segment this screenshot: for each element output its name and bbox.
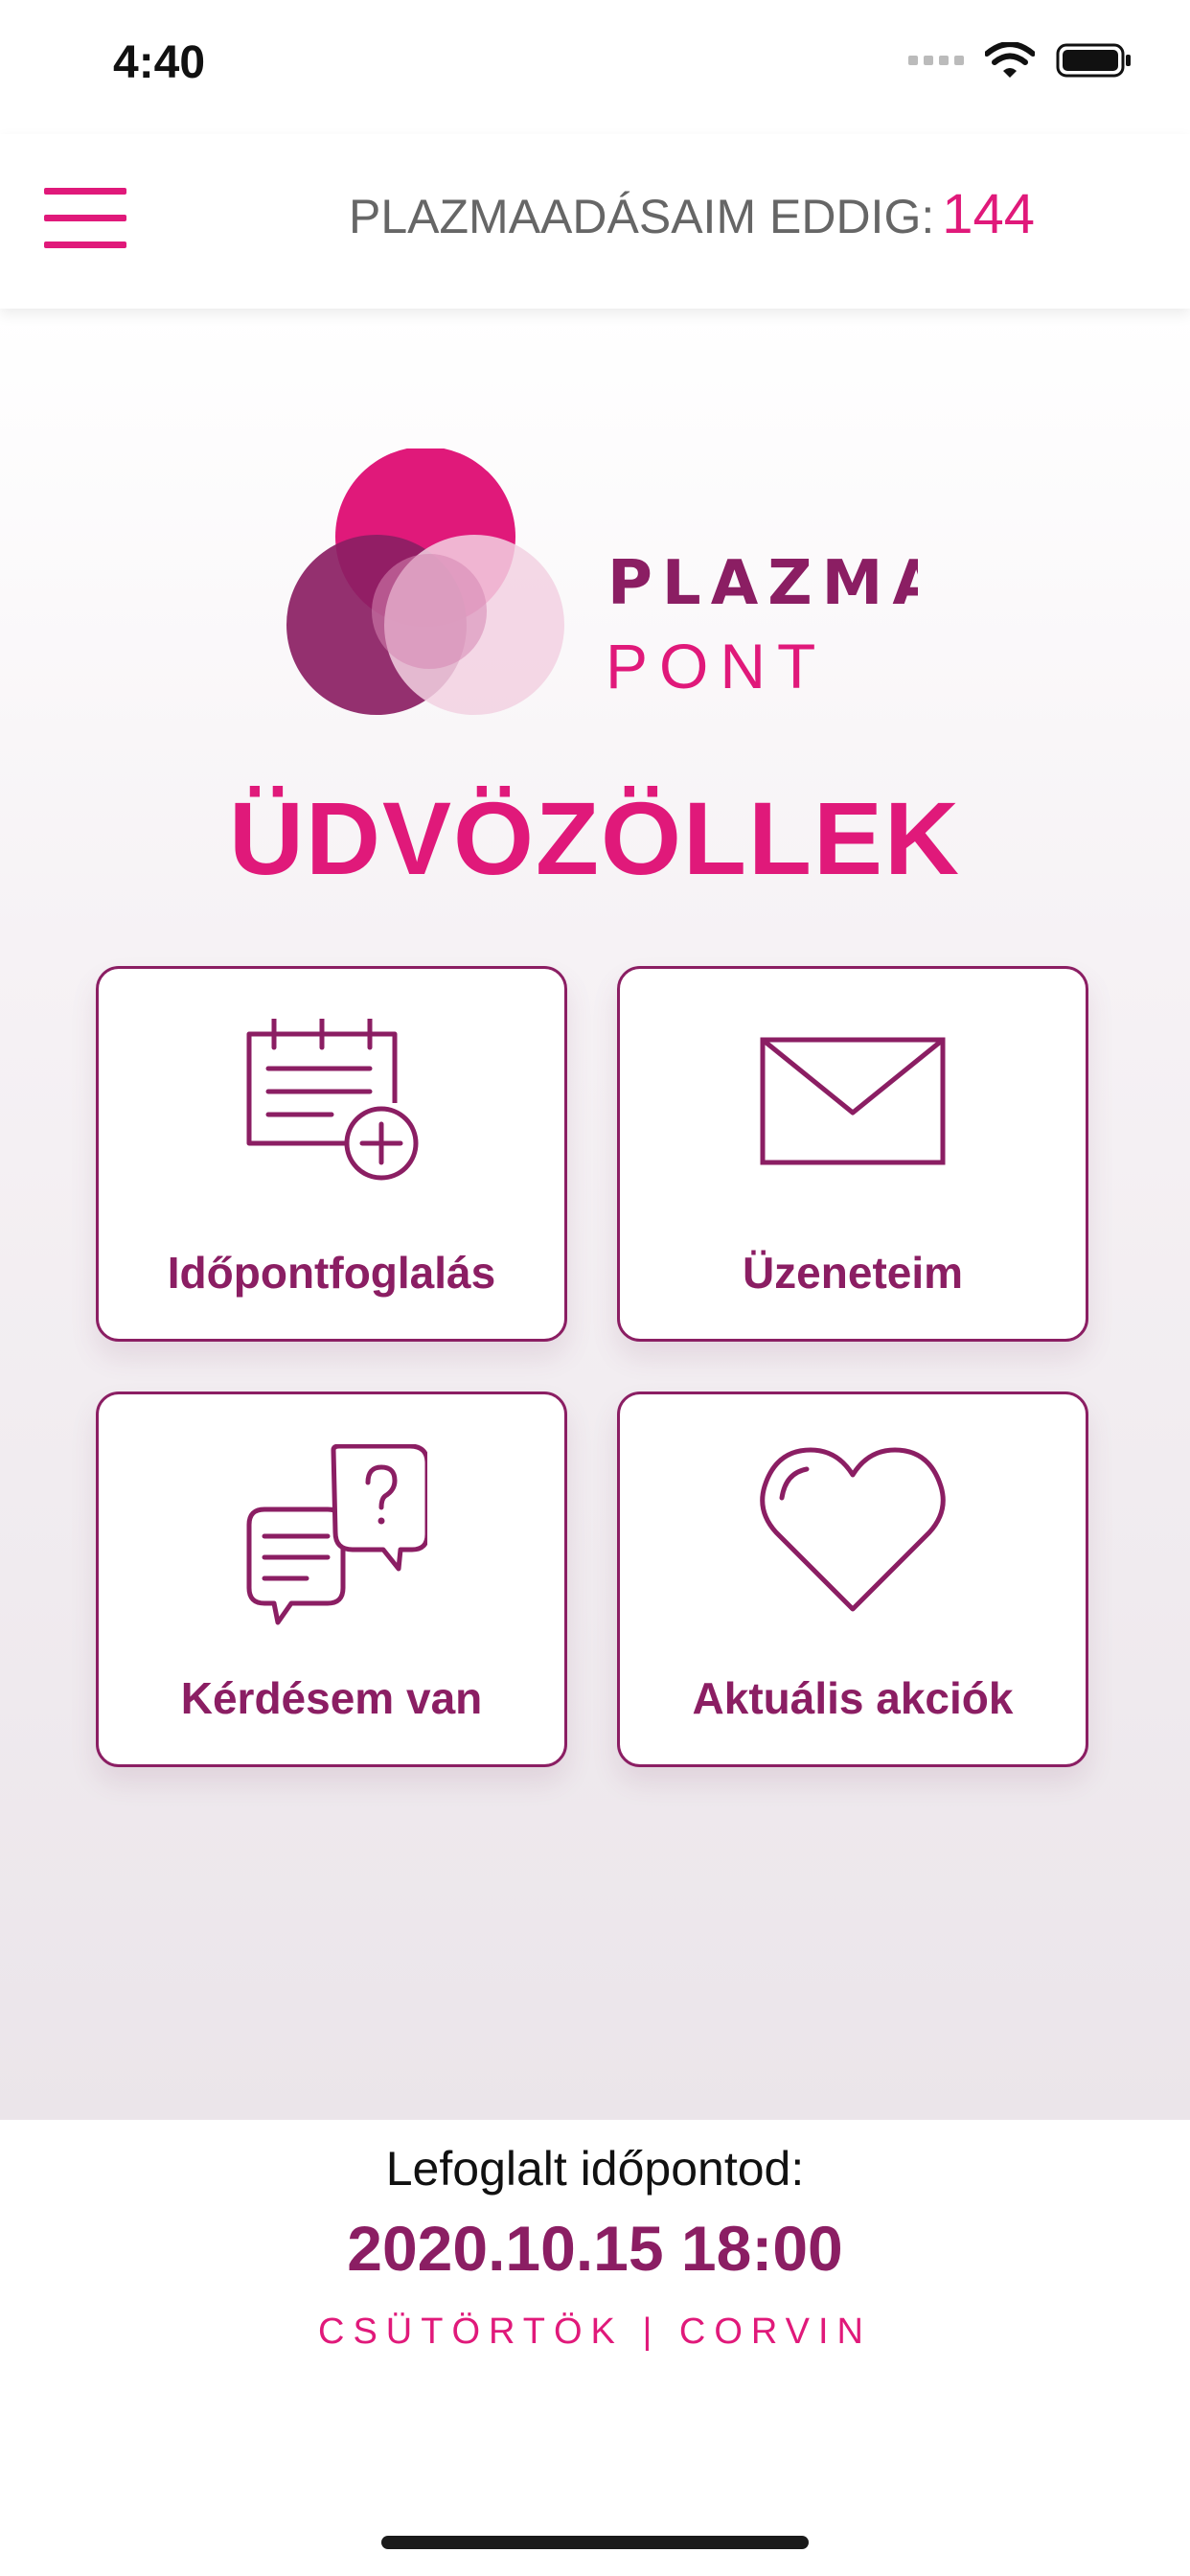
heart-icon bbox=[760, 1447, 946, 1612]
status-icons bbox=[908, 42, 1133, 79]
home-indicator[interactable] bbox=[381, 2536, 809, 2549]
donation-counter-value: 144 bbox=[942, 183, 1036, 245]
app-header: PLAZMAADÁSAIM EDDIG: 144 bbox=[0, 134, 1190, 309]
status-bar: 4:40 bbox=[0, 0, 1190, 134]
booking-tile-label: Időpontfoglalás bbox=[167, 1248, 496, 1298]
plazma-pont-logo: PLAZMA PONT bbox=[286, 448, 918, 715]
envelope-icon bbox=[760, 1037, 946, 1165]
booking-label: Lefoglalt időpontod: bbox=[385, 2142, 805, 2196]
chat-question-icon bbox=[246, 1444, 427, 1625]
promotions-tile-label: Aktuális akciók bbox=[692, 1673, 1014, 1723]
booking-tile[interactable]: Időpontfoglalás bbox=[96, 966, 567, 1342]
hamburger-menu-icon[interactable] bbox=[44, 188, 126, 249]
booking-datetime: 2020.10.15 18:00 bbox=[347, 2213, 843, 2284]
booking-day-location: CSÜTÖRTÖK | CORVIN bbox=[318, 2312, 872, 2352]
signal-icon bbox=[908, 56, 964, 65]
main-content: PLAZMA PONT ÜDVÖZÖLLEK Időpontfoglalás Ü… bbox=[0, 309, 1190, 2120]
promotions-tile[interactable]: Aktuális akciók bbox=[617, 1392, 1088, 1767]
question-tile-label: Kérdésem van bbox=[180, 1673, 483, 1723]
logo-text-plazma: PLAZMA bbox=[607, 548, 918, 619]
logo-text-pont: PONT bbox=[606, 631, 827, 702]
booked-appointment: Lefoglalt időpontod: 2020.10.15 18:00 CS… bbox=[0, 2120, 1190, 2576]
calendar-add-icon bbox=[246, 1019, 419, 1181]
donation-counter-label: PLAZMAADÁSAIM EDDIG: bbox=[349, 190, 935, 243]
question-tile[interactable]: Kérdésem van bbox=[96, 1392, 567, 1767]
greeting-title: ÜDVÖZÖLLEK bbox=[229, 780, 961, 896]
messages-tile[interactable]: Üzeneteim bbox=[617, 966, 1088, 1342]
donation-counter: PLAZMAADÁSAIM EDDIG: 144 bbox=[349, 182, 1035, 246]
messages-tile-label: Üzeneteim bbox=[742, 1248, 964, 1298]
status-time: 4:40 bbox=[113, 37, 206, 88]
wifi-icon bbox=[985, 42, 1035, 78]
battery-icon bbox=[1056, 43, 1131, 78]
